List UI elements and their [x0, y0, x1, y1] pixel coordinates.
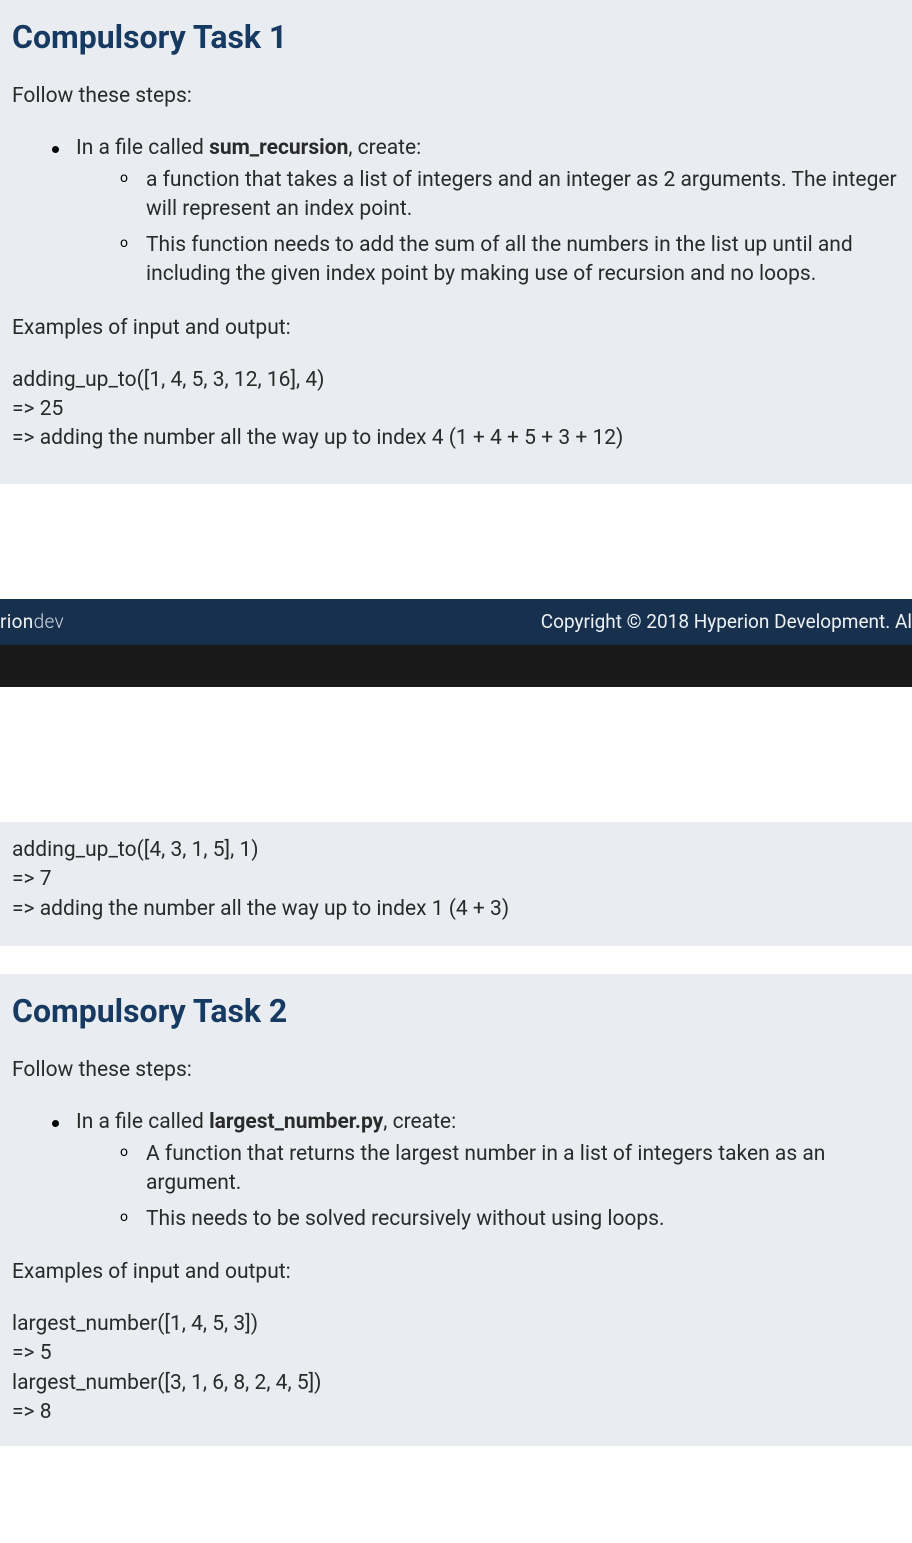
page-gap: [0, 484, 912, 599]
bullet-prefix: In a file called: [76, 136, 209, 160]
task1-sub2: This function needs to add the sum of al…: [116, 231, 900, 290]
brand-right: dev: [34, 610, 64, 633]
task1-card: Compulsory Task 1 Follow these steps: In…: [0, 0, 912, 484]
task2-title: Compulsory Task 2: [12, 992, 900, 1030]
task1-sub1: a function that takes a list of integers…: [116, 166, 900, 225]
page-gap-2: [0, 687, 912, 822]
task2-filename: largest_number.py: [209, 1110, 383, 1134]
t2-ex1-line1: largest_number([1, 4, 5, 3]): [12, 1310, 900, 1339]
ex2-line1: adding_up_to([4, 3, 1, 5], 1): [12, 836, 900, 865]
t2-ex2-line2: => 8: [12, 1398, 900, 1427]
bullet-suffix: , create:: [383, 1110, 456, 1134]
task1-sublist: a function that takes a list of integers…: [76, 166, 900, 290]
task2-bullet: In a file called largest_number.py, crea…: [42, 1110, 900, 1234]
card-spacer: [0, 946, 912, 974]
task1-example1: adding_up_to([1, 4, 5, 3, 12, 16], 4) =>…: [12, 366, 900, 454]
task2-examples-label: Examples of input and output:: [12, 1260, 900, 1284]
bullet-suffix: , create:: [348, 136, 421, 160]
task1-bullet: In a file called sum_recursion, create: …: [42, 136, 900, 290]
task2-follow: Follow these steps:: [12, 1058, 900, 1082]
task2-sub1: A function that returns the largest numb…: [116, 1140, 900, 1199]
task1-bullets: In a file called sum_recursion, create: …: [12, 136, 900, 290]
copyright-text: Copyright © 2018 Hyperion Development. A…: [541, 610, 912, 633]
ex2-line2: => 7: [12, 865, 900, 894]
task1-examples-label: Examples of input and output:: [12, 316, 900, 340]
task2-sublist: A function that returns the largest numb…: [76, 1140, 900, 1234]
ex1-line3: => adding the number all the way up to i…: [12, 424, 900, 453]
ex1-line1: adding_up_to([1, 4, 5, 3, 12, 16], 4): [12, 366, 900, 395]
task2-card: Compulsory Task 2 Follow these steps: In…: [0, 974, 912, 1446]
task2-examples: largest_number([1, 4, 5, 3]) => 5 larges…: [12, 1310, 900, 1428]
task2-sub2: This needs to be solved recursively with…: [116, 1205, 900, 1234]
task1-example2: adding_up_to([4, 3, 1, 5], 1) => 7 => ad…: [12, 836, 900, 924]
brand-logo: riondev: [0, 610, 64, 633]
t2-ex1-line2: => 5: [12, 1339, 900, 1368]
brand-left: rion: [0, 610, 34, 633]
ex2-line3: => adding the number all the way up to i…: [12, 895, 900, 924]
task1-filename: sum_recursion: [209, 136, 348, 160]
footer-black-strip: [0, 645, 912, 687]
ex1-line2: => 25: [12, 395, 900, 424]
bullet-prefix: In a file called: [76, 1110, 209, 1134]
task1-title: Compulsory Task 1: [12, 18, 900, 56]
footer-bar: riondev Copyright © 2018 Hyperion Develo…: [0, 599, 912, 645]
task1-follow: Follow these steps:: [12, 84, 900, 108]
t2-ex2-line1: largest_number([3, 1, 6, 8, 2, 4, 5]): [12, 1369, 900, 1398]
task1-example2-card: adding_up_to([4, 3, 1, 5], 1) => 7 => ad…: [0, 822, 912, 946]
task2-bullets: In a file called largest_number.py, crea…: [12, 1110, 900, 1234]
